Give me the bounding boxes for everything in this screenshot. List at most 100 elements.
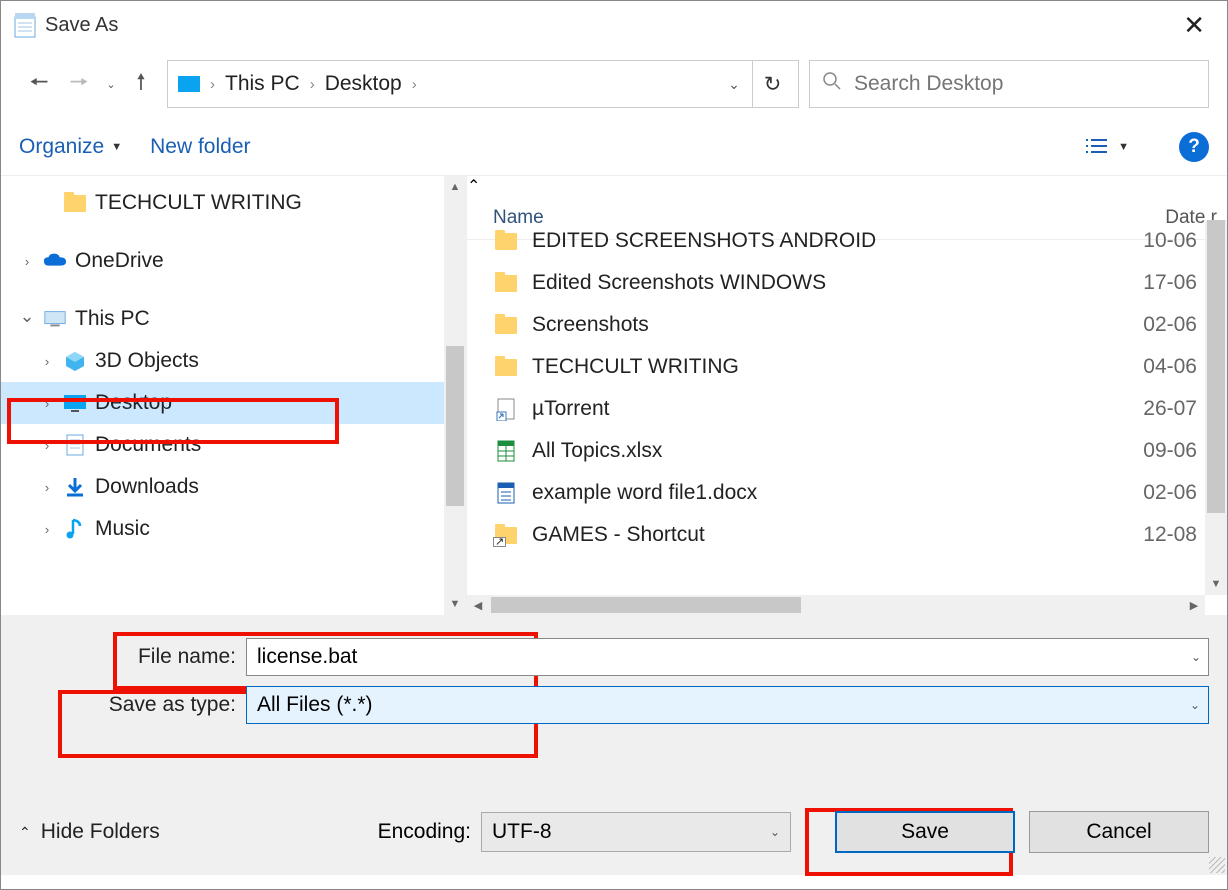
file-date: 02-06 [1123,313,1205,337]
file-row[interactable]: Edited Screenshots WINDOWS17-06 [467,262,1205,304]
tree-item-label: 3D Objects [95,349,199,373]
file-row[interactable]: TECHCULT WRITING04-06 [467,346,1205,388]
search-box[interactable] [809,60,1209,108]
tree-item-3d-objects[interactable]: 3D Objects [1,340,466,382]
scroll-down-icon[interactable]: ▼ [444,593,466,615]
folder-icon [493,312,519,338]
tree-item-label: OneDrive [75,249,164,273]
file-row[interactable]: EDITED SCREENSHOTS ANDROID10-06 [467,220,1205,262]
action-row: ⌃ Hide Folders Encoding: UTF-8 ⌄ Save Ca… [1,807,1227,857]
xlsx-icon [493,438,519,464]
expand-chevron-icon[interactable] [39,354,55,369]
file-name: µTorrent [532,397,1123,421]
file-row[interactable]: µTorrent26-07 [467,388,1205,430]
search-input[interactable] [854,72,1196,96]
file-scrollbar-vertical[interactable]: ▼ [1205,220,1227,595]
history-dropdown[interactable]: ⌄ [99,64,121,104]
scroll-left-icon[interactable]: ◀ [467,599,489,612]
filename-label: File name: [1,645,246,669]
scroll-right-icon[interactable]: ▶ [1183,599,1205,612]
file-date: 09-06 [1123,439,1205,463]
folder-icon [493,354,519,380]
file-date: 12-08 [1123,523,1205,547]
organize-menu[interactable]: Organize▼ [19,135,122,159]
expand-chevron-icon[interactable] [39,396,55,411]
breadcrumb-folder[interactable]: Desktop [319,72,408,96]
address-dropdown[interactable]: ⌄ [716,76,752,93]
scroll-down-icon[interactable]: ▼ [1205,573,1227,595]
expand-chevron-icon[interactable] [39,438,55,453]
file-date: 02-06 [1123,481,1205,505]
documents-icon [63,434,87,456]
resize-grip[interactable] [1209,857,1225,873]
new-folder-button[interactable]: New folder [150,135,250,159]
folder-icon [493,270,519,296]
scroll-thumb[interactable] [491,597,801,613]
refresh-button[interactable]: ↻ [752,61,792,107]
tree-item-label: This PC [75,307,150,331]
up-button[interactable]: 🠕 [121,64,161,104]
search-icon [822,71,842,97]
desktop-icon [63,392,87,414]
filename-input[interactable] [246,638,1209,676]
scroll-thumb[interactable] [446,346,464,506]
encoding-label: Encoding: [378,820,471,844]
downloads-icon [63,476,87,498]
saveastype-row: Save as type: All Files (*.*) ⌄ [1,681,1227,729]
breadcrumb-sep-icon: › [306,76,319,93]
pc-icon [43,308,67,330]
filename-dropdown-icon[interactable]: ⌄ [1191,650,1201,664]
scroll-up-icon[interactable]: ▲ [444,176,466,198]
file-name: Screenshots [532,313,1123,337]
navigation-tree: TECHCULT WRITING OneDrive This PC 3D Object… [1,176,466,615]
onedrive-icon [43,250,67,272]
cancel-button[interactable]: Cancel [1029,811,1209,853]
tree-item-label: Documents [95,433,201,457]
tree-item-onedrive[interactable]: OneDrive [1,240,466,282]
tree-item-label: TECHCULT WRITING [95,191,302,215]
saveastype-combo[interactable]: All Files (*.*) ⌄ [246,686,1209,724]
main-area: TECHCULT WRITING OneDrive This PC 3D Object… [1,175,1227,615]
file-date: 10-06 [1123,229,1205,253]
toolbar: Organize▼ New folder ▼ ? [1,119,1227,175]
help-button[interactable]: ? [1179,132,1209,162]
file-row[interactable]: example word file1.docx02-06 [467,472,1205,514]
sort-indicator-icon: ⌃ [467,178,480,195]
docx-icon [493,480,519,506]
tree-item-desktop[interactable]: Desktop [1,382,466,424]
saveastype-label: Save as type: [1,693,246,717]
forward-button[interactable]: 🠖 [59,64,99,104]
scroll-thumb[interactable] [1207,220,1225,513]
expand-chevron-icon[interactable] [39,480,55,495]
expand-chevron-icon[interactable] [19,254,35,269]
encoding-combo[interactable]: UTF-8 ⌄ [481,812,791,852]
folder-icon [63,192,87,214]
file-date: 04-06 [1123,355,1205,379]
breadcrumb-root[interactable]: This PC [219,72,306,96]
back-button[interactable]: 🠔 [19,64,59,104]
tree-scrollbar[interactable]: ▲ ▼ [444,176,466,615]
file-name: EDITED SCREENSHOTS ANDROID [532,229,1123,253]
tree-item-this-pc[interactable]: This PC [1,298,466,340]
filename-row: File name: ⌄ [1,633,1227,681]
save-button[interactable]: Save [835,811,1015,853]
file-row[interactable]: ↗GAMES - Shortcut12-08 [467,514,1205,556]
tree-item-downloads[interactable]: Downloads [1,466,466,508]
hide-folders-button[interactable]: ⌃ Hide Folders [19,820,160,844]
file-name: example word file1.docx [532,481,1123,505]
close-button[interactable]: ✕ [1173,10,1215,41]
file-row[interactable]: All Topics.xlsx09-06 [467,430,1205,472]
file-scrollbar-horizontal[interactable]: ◀ ▶ [467,595,1205,615]
tree-item-label: Downloads [95,475,199,499]
address-bar[interactable]: › This PC › Desktop › ⌄ ↻ [167,60,799,108]
file-row[interactable]: Screenshots02-06 [467,304,1205,346]
expand-chevron-icon[interactable] [39,522,55,537]
expand-chevron-icon[interactable] [19,309,35,330]
file-name: All Topics.xlsx [532,439,1123,463]
tree-item-music[interactable]: Music [1,508,466,550]
tree-item-label: Music [95,517,150,541]
file-name: GAMES - Shortcut [532,523,1123,547]
tree-item-documents[interactable]: Documents [1,424,466,466]
view-options[interactable]: ▼ [1086,137,1129,157]
tree-item-techcult-writing[interactable]: TECHCULT WRITING [1,182,466,224]
